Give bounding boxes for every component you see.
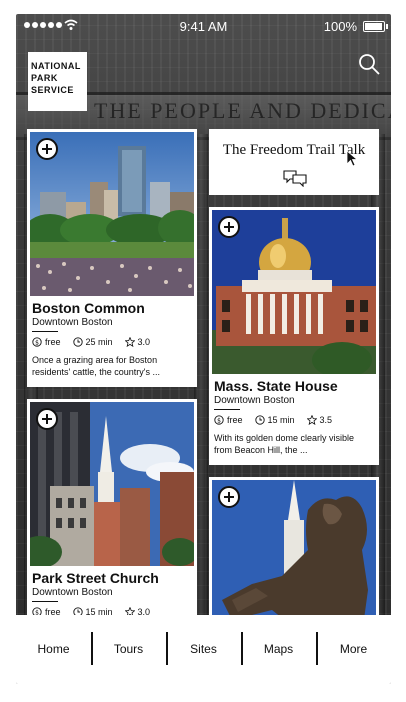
add-to-tour-icon[interactable] [36, 138, 58, 160]
tab-more[interactable]: More [316, 615, 391, 684]
statue-photo [212, 480, 376, 634]
site-card-statue[interactable] [209, 477, 379, 637]
status-bar: 9:41 AM 100% [16, 14, 391, 38]
nps-logo[interactable]: NATIONAL PARK SERVICE [28, 52, 87, 111]
state-house-photo [212, 210, 376, 374]
mouse-cursor-icon [346, 150, 358, 167]
card-description: Once a grazing area for Boston residents… [32, 355, 160, 377]
card-subtitle: Downtown Boston [214, 395, 295, 406]
duration: 25 min [85, 337, 113, 347]
site-card-boston-common[interactable]: Boston Common Downtown Boston $ free 25 m… [27, 129, 197, 387]
boston-common-photo [30, 132, 194, 296]
rating: 3.0 [137, 337, 151, 347]
clock-icon [254, 415, 265, 425]
divider [32, 331, 58, 332]
price: free [227, 415, 243, 425]
divider [214, 409, 240, 410]
tab-sites[interactable]: Sites [166, 615, 241, 684]
duration: 15 min [267, 415, 295, 425]
price-icon: $ [32, 337, 42, 347]
tab-home[interactable]: Home [16, 615, 91, 684]
tab-tours[interactable]: Tours [91, 615, 166, 684]
tab-maps[interactable]: Maps [241, 615, 316, 684]
clock-icon [72, 337, 83, 347]
rating: 3.5 [319, 415, 333, 425]
card-meta: $ free 15 min 3.5 [214, 415, 332, 425]
price-icon: $ [214, 415, 224, 425]
card-meta: $ free 25 min 3.0 [32, 337, 150, 347]
price: free [45, 337, 61, 347]
site-card-park-street-church[interactable]: Park Street Church Downtown Boston $ free… [27, 399, 197, 629]
app-screen: THE PEOPLE AND DEDICATE 9:41 AM 100% NAT… [16, 14, 391, 684]
svg-text:$: $ [217, 417, 221, 424]
svg-text:$: $ [35, 339, 39, 346]
card-title: Boston Common [32, 300, 145, 316]
site-card-mass-state-house[interactable]: Mass. State House Downtown Boston $ free … [209, 207, 379, 465]
logo-line: PARK [31, 73, 58, 83]
card-subtitle: Downtown Boston [32, 317, 113, 328]
search-icon[interactable] [357, 52, 381, 76]
add-to-tour-icon[interactable] [218, 486, 240, 508]
star-icon [124, 337, 135, 347]
card-subtitle: Downtown Boston [32, 587, 113, 598]
card-description: With its golden dome clearly visible fro… [214, 433, 355, 455]
logo-line: SERVICE [31, 85, 74, 95]
frieze-inscription: THE PEOPLE AND DEDICATE [94, 98, 391, 123]
star-icon [306, 415, 317, 425]
bottom-tab-bar: Home Tours Sites Maps More [16, 615, 391, 684]
park-street-church-photo [30, 402, 194, 566]
card-title: Mass. State House [214, 378, 338, 394]
logo-line: NATIONAL [31, 61, 81, 71]
battery-icon [363, 21, 388, 32]
card-title: Park Street Church [32, 570, 159, 586]
add-to-tour-icon[interactable] [218, 216, 240, 238]
add-to-tour-icon[interactable] [36, 408, 58, 430]
battery-percent: 100% [323, 19, 357, 34]
chat-bubbles-icon [283, 170, 307, 187]
divider [32, 601, 58, 602]
